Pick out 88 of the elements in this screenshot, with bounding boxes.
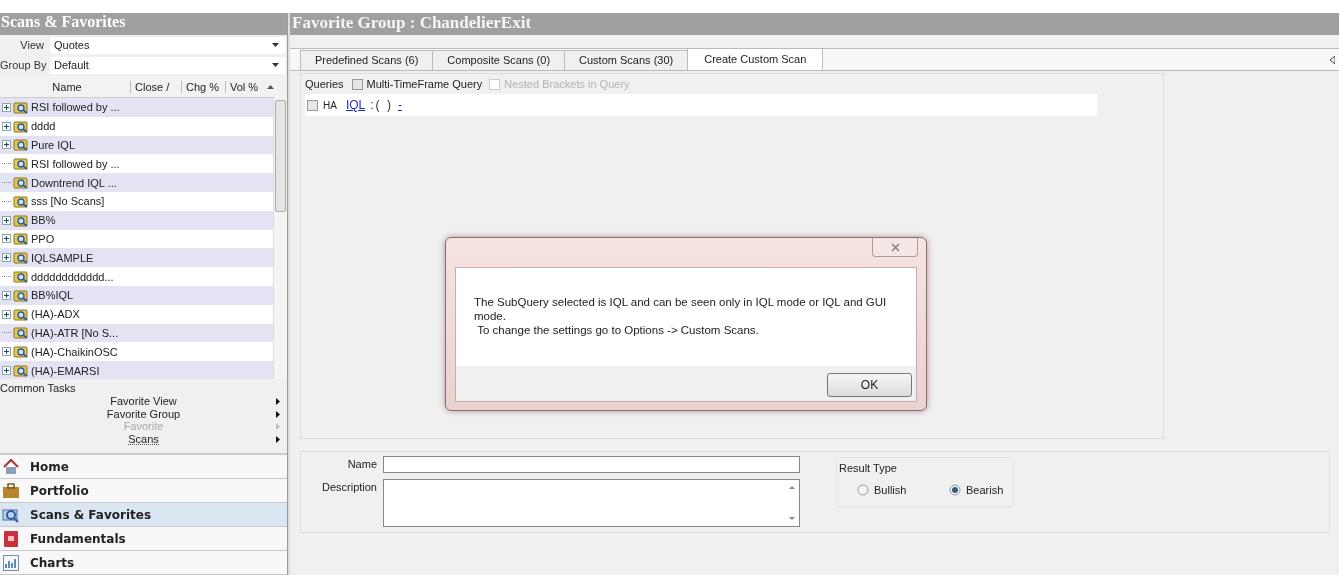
tree-item[interactable]: sss [No Scans] (31, 195, 105, 208)
nav-item[interactable]: Charts (0, 551, 287, 575)
name-field[interactable] (383, 456, 800, 473)
scan-folder-icon (13, 213, 29, 227)
message-text: To change the settings go to Options -> Custom Scans. (476, 323, 760, 337)
radio-label: Bullish (874, 484, 907, 496)
book-icon (2, 529, 20, 548)
briefcase-icon (2, 481, 20, 500)
expand-plus-icon[interactable] (2, 140, 11, 150)
group-label: Result Type (839, 462, 897, 474)
scan-folder-icon (13, 100, 29, 114)
scan-folder-icon (13, 251, 29, 265)
radio-button[interactable] (857, 484, 869, 496)
scan-folder-icon (13, 307, 29, 321)
scroll-thumb[interactable] (275, 100, 286, 212)
checkbox-label: HA (323, 99, 337, 111)
tab[interactable]: Predefined Scans (6) (300, 50, 434, 70)
expand-plus-icon[interactable] (2, 347, 11, 357)
nav-item[interactable]: Fundamentals (0, 527, 287, 551)
field-label: Name (346, 457, 377, 472)
tree-item[interactable]: IQLSAMPLE (31, 251, 94, 264)
home-icon (2, 457, 20, 476)
column-header[interactable]: Name (0, 81, 130, 93)
menu-item[interactable]: Favorite Group (106, 407, 181, 420)
expand-plus-icon[interactable] (2, 102, 11, 112)
scroll-left-icon[interactable] (1330, 56, 1335, 64)
nav-item[interactable]: Portfolio (0, 479, 287, 503)
tab[interactable]: Create Custom Scan (687, 48, 824, 70)
field-label: Description (320, 480, 377, 495)
ok-button[interactable]: OK (827, 373, 912, 397)
expand-plus-icon[interactable] (2, 215, 11, 225)
expand-plus-icon[interactable] (2, 234, 11, 244)
scan-folder-icon (13, 345, 29, 359)
field-label: Queries (305, 78, 344, 90)
column-header[interactable]: Vol % (225, 81, 267, 93)
scan-folder-icon (13, 288, 29, 302)
tree-item[interactable]: Pure IQL (31, 139, 76, 151)
tree-item[interactable]: PPO (31, 232, 55, 245)
tree-item[interactable]: BB%IQL (31, 289, 74, 302)
tree-item[interactable]: (HA)-EMARSI (31, 364, 100, 377)
column-header[interactable]: Close / (130, 81, 181, 93)
close-icon (890, 242, 900, 252)
checkbox-label: Multi-TimeFrame Query (366, 78, 483, 90)
iql-link[interactable]: IQL (345, 98, 366, 112)
tab[interactable]: Composite Scans (0) (432, 50, 566, 70)
menu-item[interactable]: Scans (128, 432, 159, 445)
dropdown-caret-icon[interactable] (272, 63, 279, 67)
checkbox[interactable] (351, 78, 363, 90)
dropdown-caret-icon[interactable] (272, 43, 279, 47)
bar-chart-icon (2, 553, 20, 572)
menu-item[interactable]: Favorite View (110, 395, 177, 408)
dropdown[interactable]: Default (50, 56, 285, 74)
field-label: View (19, 39, 44, 51)
scroll-down-icon[interactable] (789, 517, 795, 520)
scan-folder-icon (13, 364, 29, 378)
radio-label: Bearish (966, 484, 1004, 496)
scan-folder-icon (13, 232, 29, 246)
section-title: Common Tasks (0, 381, 77, 395)
tree-item[interactable]: (HA)-ADX (31, 308, 80, 321)
expand-plus-icon[interactable] (2, 290, 11, 300)
scan-folder-icon (13, 176, 29, 190)
scroll-up-icon[interactable] (789, 486, 795, 489)
dropdown[interactable]: Quotes (50, 36, 285, 54)
nav-item[interactable]: Scans & Favorites (0, 503, 287, 527)
nav-item[interactable]: Home (0, 455, 287, 479)
description-field[interactable] (383, 479, 800, 527)
scan-folder-icon (13, 157, 29, 171)
tree-item[interactable]: dddd (31, 120, 56, 133)
bracket-text: :( ) (370, 98, 393, 112)
scan-folder-icon (13, 138, 29, 152)
tree-item[interactable]: BB% (31, 214, 56, 227)
expand-plus-icon[interactable] (2, 309, 11, 319)
scan-folder-icon (13, 326, 29, 340)
operator-link[interactable]: - (397, 98, 402, 112)
scan-folder-icon (13, 270, 29, 284)
checkbox[interactable] (307, 99, 318, 111)
expand-plus-icon[interactable] (2, 366, 11, 376)
column-header[interactable]: Chg % (181, 81, 225, 93)
expand-plus-icon[interactable] (2, 253, 11, 263)
scan-folder-icon (13, 194, 29, 208)
scan-folder-icon (13, 119, 29, 133)
page-title: Favorite Group : ChandelierExit (290, 13, 1339, 35)
tab[interactable]: Custom Scans (30) (564, 50, 689, 70)
scroll-up-icon[interactable] (267, 85, 274, 89)
radio-button[interactable] (949, 484, 961, 496)
panel-title: Scans & Favorites (0, 13, 287, 35)
message-text: The SubQuery selected is IQL and can be seen only in IQL mode or IQL and GUI mode. (474, 295, 888, 323)
expand-plus-icon[interactable] (2, 121, 11, 131)
